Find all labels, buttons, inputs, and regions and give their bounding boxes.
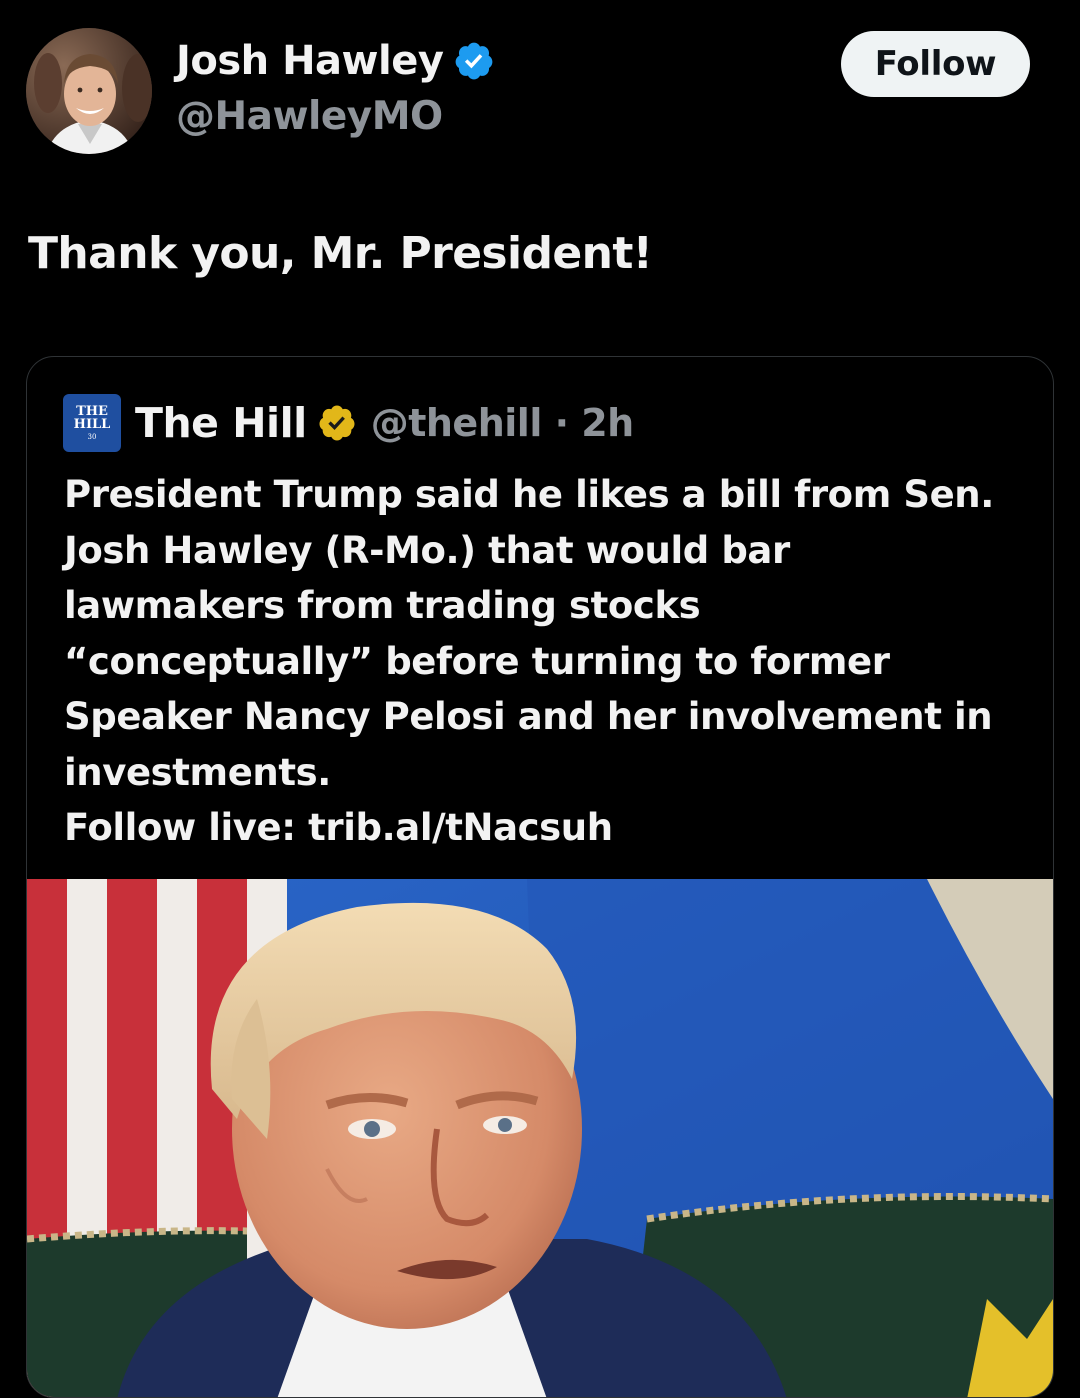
quoted-text-line: Speaker Nancy Pelosi and her involvement… (64, 695, 993, 738)
quoted-tweet-card[interactable]: THE HILL 30 The Hill @thehill · 2h Presi… (26, 356, 1054, 1398)
quoted-text-line: “conceptually” before turning to former (64, 639, 890, 683)
author-name[interactable]: Josh Hawley (176, 38, 444, 84)
quoted-author-name[interactable]: The Hill (135, 399, 307, 447)
quoted-text-line: President Trump said he likes a bill fro… (64, 473, 994, 516)
the-hill-logo[interactable]: THE HILL 30 (63, 394, 121, 452)
photo-of-donald-trump (27, 879, 1053, 1397)
quoted-tweet-media[interactable] (27, 879, 1053, 1397)
quoted-tweet-header: THE HILL 30 The Hill @thehill · 2h (63, 393, 634, 453)
quoted-text-line: lawmakers from trading stocks (64, 584, 701, 627)
author-avatar[interactable] (26, 28, 152, 154)
author-handle[interactable]: @HawleyMO (176, 94, 443, 139)
tweet-text: Thank you, Mr. President! (28, 228, 653, 279)
verified-badge-blue-icon (456, 42, 493, 80)
quoted-text-line: investments. (64, 750, 331, 794)
quoted-tweet-text: President Trump said he likes a bill fro… (64, 467, 1024, 856)
quoted-text-link-line[interactable]: Follow live: trib.al/tNacsuh (64, 800, 1024, 856)
quoted-text-line: Josh Hawley (R-Mo.) that would bar (64, 528, 790, 572)
author-name-row[interactable]: Josh Hawley (176, 38, 495, 84)
verified-badge-gold-icon (319, 405, 355, 441)
follow-button[interactable]: Follow (841, 31, 1030, 97)
tweet: Josh Hawley @HawleyMO Follow Thank you, … (0, 0, 1080, 1398)
quoted-handle-timestamp[interactable]: @thehill · 2h (371, 401, 635, 445)
